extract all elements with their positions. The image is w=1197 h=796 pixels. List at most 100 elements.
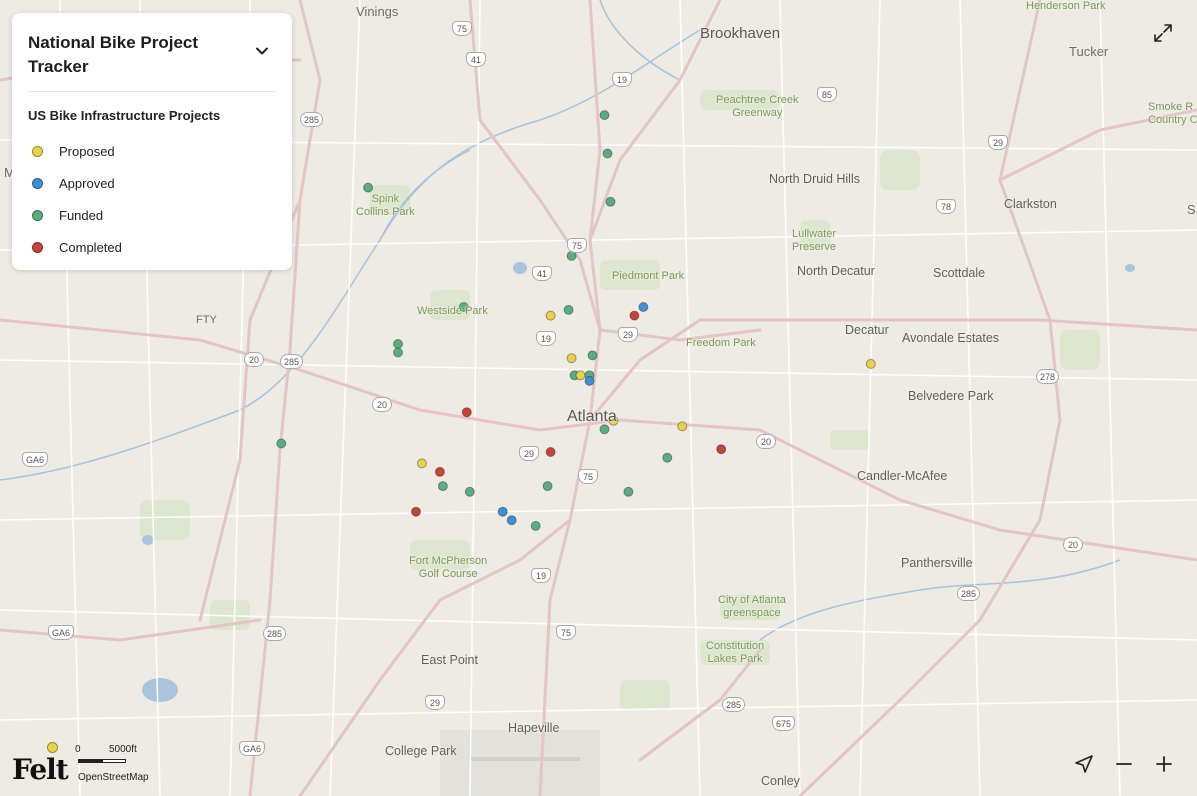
highway-shield: 20 [244, 352, 264, 367]
highway-shield: GA6 [48, 625, 75, 640]
map-label-piedmont-park: Piedmont Park [612, 270, 685, 282]
project-marker-funded[interactable] [605, 196, 616, 207]
legend-divider [28, 91, 276, 92]
map-label-brookhaven: Brookhaven [700, 25, 781, 42]
project-marker-proposed[interactable] [416, 458, 427, 469]
project-marker-funded[interactable] [599, 110, 610, 121]
legend-dot-proposed [32, 145, 43, 157]
map-label-hapeville: Hapeville [508, 721, 560, 735]
project-marker-funded[interactable] [276, 438, 287, 449]
legend-panel: National Bike Project Tracker US Bike In… [12, 13, 292, 270]
project-marker-funded[interactable] [530, 520, 541, 531]
map-label-conley: Conley [761, 774, 800, 788]
expand-icon [1154, 24, 1172, 42]
project-marker-funded[interactable] [602, 148, 613, 159]
collapse-legend-button[interactable] [252, 41, 272, 61]
highway-shield: 278 [1036, 369, 1060, 384]
project-marker-approved[interactable] [584, 375, 595, 386]
project-marker-funded[interactable] [464, 486, 475, 497]
project-marker-proposed[interactable] [566, 353, 577, 364]
map-label-decatur: Decatur [845, 323, 889, 337]
highway-shield: 20 [756, 434, 776, 449]
fullscreen-button[interactable] [1152, 22, 1174, 44]
project-marker-funded[interactable] [623, 486, 634, 497]
legend-item-funded[interactable]: Funded [28, 199, 276, 231]
map-label-atlanta: Atlanta [567, 408, 617, 425]
map-label-smoke-rise: Smoke R Country C [1148, 101, 1197, 126]
project-marker-approved[interactable] [506, 515, 517, 526]
project-marker-funded[interactable] [563, 304, 574, 315]
legend-dot-completed [32, 241, 43, 253]
project-marker-approved[interactable] [497, 506, 508, 517]
project-marker-funded[interactable] [599, 424, 610, 435]
project-marker-funded[interactable] [363, 182, 374, 193]
map-label-freedom-park: Freedom Park [686, 337, 756, 349]
highway-shield: 675 [772, 716, 796, 731]
highway-shield: GA6 [239, 741, 266, 756]
map-label-college-park: College Park [385, 744, 457, 758]
map-label-panthersville: Panthersville [901, 556, 973, 570]
project-marker-funded[interactable] [393, 339, 403, 349]
project-marker-completed[interactable] [716, 444, 727, 455]
map-label-north-decatur: North Decatur [797, 264, 875, 278]
highway-shield: 29 [425, 695, 445, 710]
highway-shield: 19 [531, 568, 551, 583]
scale-max-label: 5000ft [109, 744, 137, 755]
legend-title: National Bike Project Tracker [28, 33, 199, 76]
map-label-henderson-park: Henderson Park [1026, 0, 1106, 12]
project-marker-funded[interactable] [437, 481, 448, 492]
map-label-candler-mcafee: Candler-McAfee [857, 469, 948, 483]
project-marker-approved[interactable] [638, 302, 649, 312]
project-marker-completed[interactable] [434, 466, 445, 477]
project-marker-completed[interactable] [461, 407, 472, 418]
chevron-down-icon [256, 47, 268, 55]
legend-label: Funded [59, 207, 104, 223]
project-marker-completed[interactable] [629, 310, 640, 321]
map-label-clarkston: Clarkston [1004, 197, 1057, 211]
legend-item-approved[interactable]: Approved [28, 167, 276, 199]
map-label-belvedere-park: Belvedere Park [908, 389, 994, 403]
project-marker-proposed[interactable] [575, 370, 586, 381]
map-label-westside-park: Westside Park [417, 305, 488, 317]
map-label-fty: FTY [196, 314, 217, 326]
zoom-in-button[interactable] [1152, 752, 1176, 776]
locate-button[interactable] [1072, 752, 1096, 776]
legend-item-completed[interactable]: Completed [28, 231, 276, 263]
attribution-link[interactable]: OpenStreetMap [78, 772, 149, 783]
highway-shield: 29 [988, 135, 1008, 150]
highway-shield: 20 [1063, 537, 1083, 552]
project-marker-proposed[interactable] [677, 421, 688, 432]
highway-shield: 75 [567, 238, 587, 253]
legend-item-proposed[interactable]: Proposed [28, 135, 276, 167]
project-marker-completed[interactable] [411, 506, 421, 517]
highway-shield: 75 [556, 625, 576, 640]
location-arrow-icon [1075, 755, 1093, 773]
highway-shield: 19 [536, 331, 556, 346]
highway-shield: 78 [936, 199, 956, 214]
map-label-fort-mcpherson: Fort McPherson Golf Course [409, 555, 488, 580]
legend-label: Approved [59, 175, 115, 191]
map-label-edge-s: S [1187, 202, 1196, 217]
project-marker-funded[interactable] [587, 350, 598, 361]
legend-dot-funded [32, 209, 43, 221]
felt-logo: Felt [12, 753, 69, 786]
plus-icon [1156, 756, 1172, 772]
highway-shield: 20 [372, 397, 392, 412]
highway-shield: 285 [957, 586, 981, 601]
legend-label: Proposed [59, 143, 115, 159]
project-marker-funded[interactable] [662, 452, 673, 463]
project-marker-funded[interactable] [393, 347, 403, 358]
highway-shield: 285 [263, 626, 287, 641]
legend-label: Completed [59, 239, 122, 255]
zoom-out-button[interactable] [1112, 752, 1136, 776]
map-label-constitution-lakes: Constitution Lakes Park [706, 640, 765, 665]
minus-icon [1116, 763, 1132, 765]
highway-shield: 85 [817, 87, 837, 102]
project-marker-completed[interactable] [545, 447, 556, 457]
map-label-east-point: East Point [421, 653, 478, 667]
project-marker-proposed[interactable] [865, 358, 876, 369]
legend-subtitle: US Bike Infrastructure Projects [28, 108, 221, 123]
project-marker-proposed[interactable] [545, 310, 556, 321]
scale-bar-half [102, 759, 126, 763]
project-marker-funded[interactable] [542, 481, 553, 492]
